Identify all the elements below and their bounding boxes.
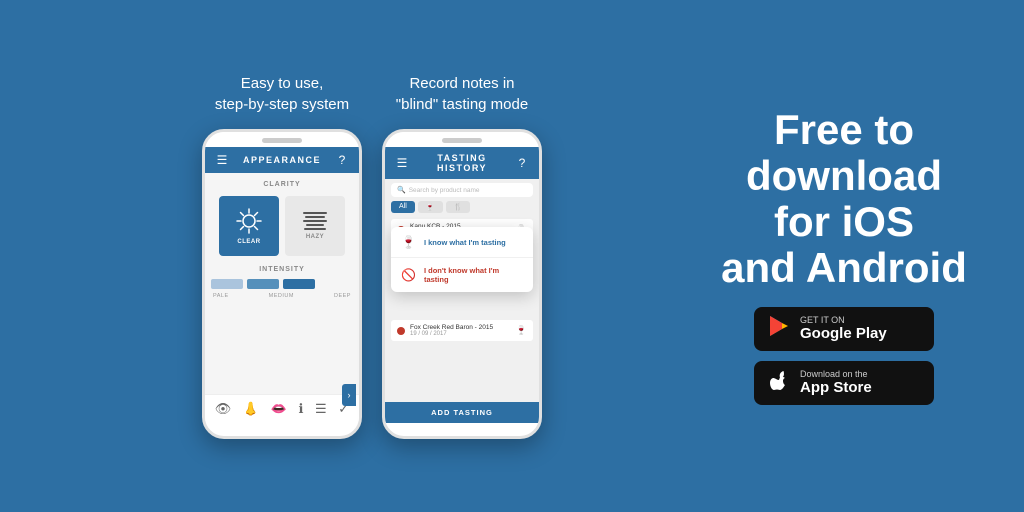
- clarity-hazy-card[interactable]: HAZY: [285, 196, 345, 256]
- deep-label: DEEP: [334, 293, 351, 299]
- popup-unknown-option[interactable]: 🚫 I don't know what I'm tasting: [391, 258, 533, 292]
- help-icon2[interactable]: ?: [513, 156, 531, 170]
- pale-label: PALE: [213, 293, 229, 299]
- app-header-history: ☰ TASTING HISTORY ?: [385, 147, 539, 179]
- intensity-label: INTENSITY: [211, 266, 353, 273]
- list-icon[interactable]: ☰: [315, 401, 327, 417]
- app-header-appearance: ☰ APPEARANCE ?: [205, 147, 359, 173]
- intensity-deep-bar[interactable]: [283, 279, 315, 289]
- cta-section: Free to download for iOS and Android GET…: [704, 107, 984, 406]
- phone1-caption: Easy to use, step-by-step system: [215, 73, 349, 115]
- popup-unknown-text: I don't know what I'm tasting: [424, 266, 523, 284]
- clear-label: CLEAR: [237, 239, 260, 245]
- google-play-main: Google Play: [800, 325, 887, 343]
- popup-know-option[interactable]: 🍷 I know what I'm tasting: [391, 227, 533, 258]
- app-store-main: App Store: [800, 379, 872, 397]
- medium-label: MEDIUM: [269, 293, 294, 299]
- filter-food[interactable]: 🍴: [446, 201, 471, 213]
- clarity-clear-card[interactable]: CLEAR: [219, 196, 279, 256]
- appearance-content: CLARITY: [205, 173, 359, 394]
- google-play-icon: [768, 315, 790, 343]
- phone2-speaker: [442, 138, 482, 143]
- tasting-name-2: Fox Creek Red Baron - 2015: [410, 324, 511, 331]
- phone1-bottom-bar: 👁 👃 👄 ℹ ☰ ✓: [205, 394, 359, 423]
- filter-wine[interactable]: 🍷: [418, 201, 443, 213]
- history-title: TASTING HISTORY: [411, 153, 513, 173]
- intensity-section: INTENSITY PALE MEDIUM DEEP: [211, 266, 353, 299]
- clarity-row: CLEAR HAZY: [211, 196, 353, 256]
- phone2: ☰ TASTING HISTORY ? 🔍 Search by product …: [382, 129, 542, 439]
- popup-eye-slash-icon: 🚫: [401, 268, 416, 282]
- filter-all[interactable]: All: [391, 201, 415, 213]
- cta-title: Free to download for iOS and Android: [721, 107, 967, 292]
- app-store-text: Download on the App Store: [800, 370, 872, 397]
- phone1-notch: [205, 132, 359, 147]
- add-tasting-button[interactable]: ADD TASTING: [385, 402, 539, 423]
- phone1-container: Easy to use, step-by-step system ☰ APPEA…: [202, 73, 362, 439]
- info-icon[interactable]: ℹ: [298, 401, 303, 417]
- search-placeholder: Search by product name: [409, 187, 480, 194]
- intensity-labels: PALE MEDIUM DEEP: [211, 293, 353, 299]
- back-icon[interactable]: ☰: [213, 153, 231, 167]
- google-play-text: GET IT ON Google Play: [800, 316, 887, 343]
- app-store-sub: Download on the: [800, 370, 872, 379]
- eye-icon[interactable]: 👁: [215, 401, 232, 417]
- phones-section: Easy to use, step-by-step system ☰ APPEA…: [40, 73, 704, 439]
- phone2-caption: Record notes in "blind" tasting mode: [396, 73, 528, 115]
- phone1-screen: ☰ APPEARANCE ? CLARITY: [205, 147, 359, 423]
- app-store-button[interactable]: Download on the App Store: [754, 361, 934, 405]
- appearance-title: APPEARANCE: [231, 155, 333, 165]
- tasting-list: Kanu KCB - 2015 19 / 09 / 2017 🍷 🍷 I kno…: [385, 217, 539, 402]
- phone2-notch: [385, 132, 539, 147]
- next-arrow[interactable]: ›: [342, 384, 356, 406]
- store-buttons: GET IT ON Google Play Download on the Ap…: [754, 307, 934, 405]
- tasting-dot-2: [397, 327, 405, 335]
- tasting-item-2[interactable]: Fox Creek Red Baron - 2015 19 / 09 / 201…: [391, 320, 533, 341]
- phone2-screen: ☰ TASTING HISTORY ? 🔍 Search by product …: [385, 147, 539, 423]
- tasting-wine-icon-2: 🍷: [516, 325, 527, 336]
- filter-tabs: All 🍷 🍴: [385, 201, 539, 217]
- intensity-bars: [211, 275, 353, 293]
- google-play-sub: GET IT ON: [800, 316, 887, 325]
- sun-icon: [235, 207, 263, 235]
- apple-icon: [768, 369, 790, 397]
- tasting-info-2: Fox Creek Red Baron - 2015 19 / 09 / 201…: [410, 324, 511, 337]
- clarity-label: CLARITY: [211, 181, 353, 188]
- google-play-button[interactable]: GET IT ON Google Play: [754, 307, 934, 351]
- phone1: ☰ APPEARANCE ? CLARITY: [202, 129, 362, 439]
- tasting-date-2: 19 / 09 / 2017: [410, 331, 511, 337]
- search-icon: 🔍: [397, 186, 406, 194]
- nose-icon[interactable]: 👃: [243, 401, 259, 417]
- hazy-label: HAZY: [306, 234, 324, 240]
- hazy-icon: [303, 212, 327, 230]
- intensity-pale-bar[interactable]: [211, 279, 243, 289]
- intensity-medium-bar[interactable]: [247, 279, 279, 289]
- popup-know-text: I know what I'm tasting: [424, 238, 506, 247]
- phone2-container: Record notes in "blind" tasting mode ☰ T…: [382, 73, 542, 439]
- menu-icon[interactable]: ☰: [393, 156, 411, 170]
- help-icon[interactable]: ?: [333, 153, 351, 167]
- search-bar[interactable]: 🔍 Search by product name: [391, 183, 533, 197]
- popup-wine-icon: 🍷: [401, 235, 416, 249]
- tasting-popup: 🍷 I know what I'm tasting 🚫 I don't know…: [391, 227, 533, 292]
- taste-icon[interactable]: 👄: [271, 401, 287, 417]
- phone1-speaker: [262, 138, 302, 143]
